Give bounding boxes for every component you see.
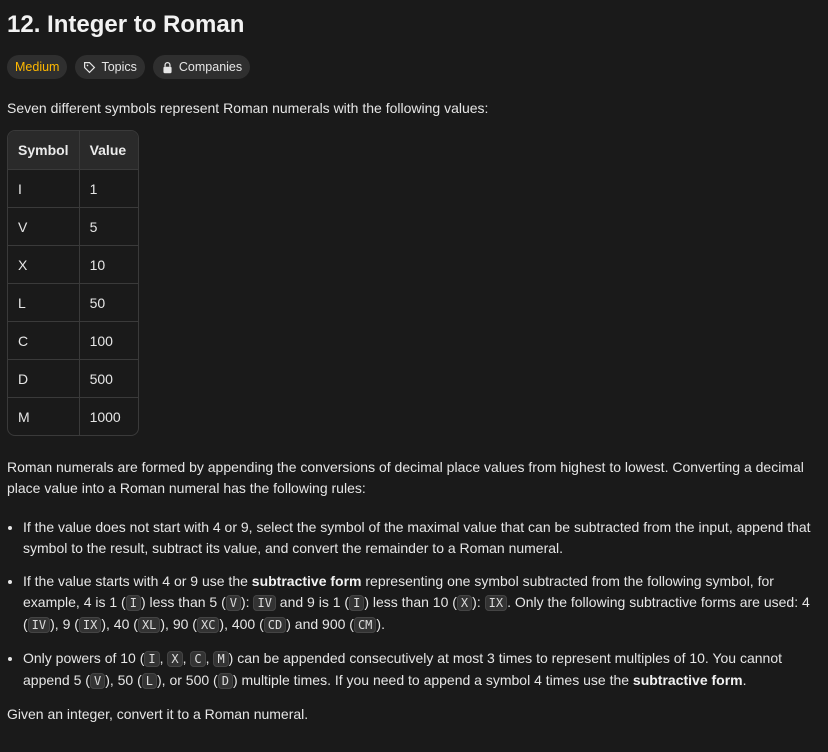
topics-label: Topics xyxy=(101,60,137,74)
rule-item: Only powers of 10 (I, X, C, M) can be ap… xyxy=(23,648,821,692)
lock-icon xyxy=(163,61,172,73)
tag-row: Medium Topics Companies xyxy=(7,55,821,79)
text: ) less than 5 ( xyxy=(140,594,226,610)
roman-values-table: Symbol Value I 1 V 5 X 10 L 50 C 100 D 5… xyxy=(7,130,139,436)
text: ) multiple times. If you need to append … xyxy=(232,672,633,688)
difficulty-badge[interactable]: Medium xyxy=(7,55,68,79)
table-cell-symbol: V xyxy=(8,207,80,245)
rules-list: If the value does not start with 4 or 9,… xyxy=(7,517,821,692)
table-cell-value: 50 xyxy=(79,283,138,321)
text: ): xyxy=(241,594,254,610)
page-title: 12. Integer to Roman xyxy=(7,11,245,38)
inline-code: I xyxy=(125,595,141,611)
table-row: X 10 xyxy=(8,245,138,283)
text: . xyxy=(742,672,747,688)
inline-code: I xyxy=(144,651,160,667)
rules-intro-text: Roman numerals are formed by appending t… xyxy=(7,459,804,496)
inline-code: IX xyxy=(78,617,102,633)
text: Only powers of 10 ( xyxy=(23,650,145,666)
task-statement: Given an integer, convert it to a Roman … xyxy=(7,706,309,722)
table-row: C 100 xyxy=(8,321,138,359)
table-cell-value: 5 xyxy=(79,207,138,245)
bold-term: subtractive form xyxy=(251,573,362,589)
table-row: L 50 xyxy=(8,283,138,321)
text: ), 9 ( xyxy=(50,616,79,632)
text: and 9 is 1 ( xyxy=(275,594,350,610)
table-row: I 1 xyxy=(8,169,138,207)
table-cell-value: 1 xyxy=(79,169,138,207)
inline-code: IV xyxy=(27,617,51,633)
table-cell-symbol: L xyxy=(8,283,80,321)
table-cell-symbol: C xyxy=(8,321,80,359)
table-header-symbol: Symbol xyxy=(8,131,80,169)
text: ) and 900 ( xyxy=(286,616,354,632)
table-cell-value: 10 xyxy=(79,245,138,283)
companies-label: Companies xyxy=(178,60,243,74)
inline-code: CD xyxy=(263,617,287,633)
tag-icon xyxy=(84,61,96,73)
text: ), 40 ( xyxy=(101,616,138,632)
bold-term: subtractive form xyxy=(632,672,743,688)
table-cell-value: 1000 xyxy=(79,397,138,435)
rule-item: If the value starts with 4 or 9 use the … xyxy=(23,571,821,636)
text: ). xyxy=(376,616,385,632)
companies-button[interactable]: Companies xyxy=(152,55,251,79)
inline-code: IV xyxy=(253,595,276,611)
inline-code: IX xyxy=(484,595,508,611)
table-cell-value: 100 xyxy=(79,321,138,359)
table-cell-symbol: M xyxy=(8,397,80,435)
inline-code: V xyxy=(89,673,106,689)
inline-code: X xyxy=(456,595,473,611)
inline-code: I xyxy=(349,595,365,611)
text: If the value starts with 4 or 9 use the xyxy=(23,573,252,589)
text: ), 400 ( xyxy=(219,616,264,632)
inline-code: XC xyxy=(196,617,220,633)
table-header-value: Value xyxy=(79,131,138,169)
inline-code: X xyxy=(167,651,183,667)
inline-code: L xyxy=(141,673,157,689)
inline-code: XL xyxy=(137,617,161,633)
text: ): xyxy=(472,594,485,610)
problem-description: 12. Integer to Roman Medium Topics Compa… xyxy=(0,0,828,725)
inline-code: CM xyxy=(353,617,377,633)
table-cell-symbol: I xyxy=(8,169,80,207)
table-cell-value: 500 xyxy=(79,359,138,397)
table-cell-symbol: D xyxy=(8,359,80,397)
table-cell-symbol: X xyxy=(8,245,80,283)
text: ) less than 10 ( xyxy=(364,594,457,610)
table-row: V 5 xyxy=(8,207,138,245)
table-row: D 500 xyxy=(8,359,138,397)
inline-code: D xyxy=(217,673,233,689)
inline-code: V xyxy=(225,595,242,611)
rule-item: If the value does not start with 4 or 9,… xyxy=(23,517,821,559)
inline-code: M xyxy=(213,651,229,667)
inline-code: C xyxy=(190,651,206,667)
text: ), 90 ( xyxy=(160,616,197,632)
intro-text: Seven different symbols represent Roman … xyxy=(7,100,489,116)
topics-button[interactable]: Topics xyxy=(75,55,145,79)
table-row: M 1000 xyxy=(8,397,138,435)
table-header-row: Symbol Value xyxy=(8,131,138,169)
text: ), or 500 ( xyxy=(157,672,218,688)
text: ), 50 ( xyxy=(105,672,142,688)
